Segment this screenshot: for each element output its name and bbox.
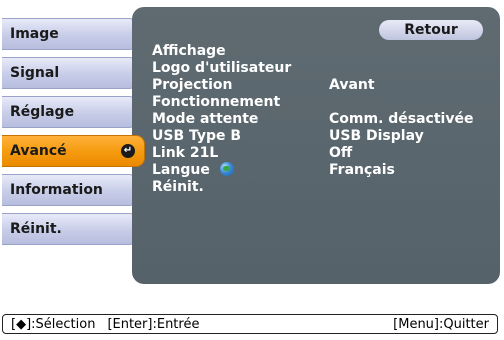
menu-item-label: Projection (152, 77, 233, 93)
menu-item-usb-type-b[interactable]: USB Type B (152, 127, 241, 145)
enter-return-icon: ↵ (121, 144, 135, 158)
tab-signal[interactable]: Signal (2, 57, 138, 89)
tab-label: Information (10, 182, 103, 198)
tab-label: Réinit. (10, 221, 62, 237)
settings-panel: Retour Affichage Logo d'utilisateur Proj… (132, 7, 500, 284)
menu-item-affichage[interactable]: Affichage (152, 42, 226, 60)
menu-item-mode-attente[interactable]: Mode attente (152, 110, 258, 128)
tab-label: Signal (10, 65, 60, 81)
tab-label: Réglage (10, 104, 75, 120)
tab-reinit[interactable]: Réinit. (2, 213, 138, 245)
select-hint: [◆]:Sélection (11, 316, 96, 332)
key-hint-bar: [◆]:Sélection [Enter]:Entrée [Menu]:Quit… (2, 314, 498, 334)
menu-item-label: Mode attente (152, 111, 259, 127)
back-button-label: Retour (404, 22, 458, 38)
menu-item-label: Langue (152, 162, 210, 178)
tab-label: Image (10, 26, 59, 42)
menu-item-label: USB Type B (152, 128, 242, 144)
globe-icon (219, 162, 234, 176)
menu-item-value: Comm. désactivée (329, 111, 474, 127)
tab-reglage[interactable]: Réglage (2, 96, 138, 128)
menu-item-link-21l[interactable]: Link 21L (152, 144, 218, 162)
menu-item-value: Off (329, 145, 353, 161)
tab-image[interactable]: Image (2, 18, 138, 50)
menu-item-label: Link 21L (152, 145, 219, 161)
menu-item-logo-utilisateur[interactable]: Logo d'utilisateur (152, 59, 291, 77)
menu-item-value: Avant (329, 77, 375, 93)
enter-hint: [Enter]:Entrée (107, 316, 200, 332)
menu-item-value: USB Display (329, 128, 424, 144)
tab-avance[interactable]: Avancé ↵ (2, 135, 145, 167)
menu-item-langue[interactable]: Langue (152, 161, 234, 179)
menu-item-label: Fonctionnement (152, 94, 281, 110)
menu-item-label: Réinit. (152, 179, 204, 195)
menu-item-projection[interactable]: Projection (152, 76, 232, 94)
menu-item-fonctionnement[interactable]: Fonctionnement (152, 93, 280, 111)
menu-item-label: Affichage (152, 43, 226, 59)
quit-hint: [Menu]:Quitter (393, 316, 489, 332)
back-button[interactable]: Retour (379, 20, 483, 40)
menu-item-label: Logo d'utilisateur (152, 60, 292, 76)
menu-item-value: Français (329, 162, 395, 178)
tab-information[interactable]: Information (2, 174, 138, 206)
menu-item-reinit[interactable]: Réinit. (152, 178, 204, 196)
tab-label: Avancé (10, 143, 67, 159)
